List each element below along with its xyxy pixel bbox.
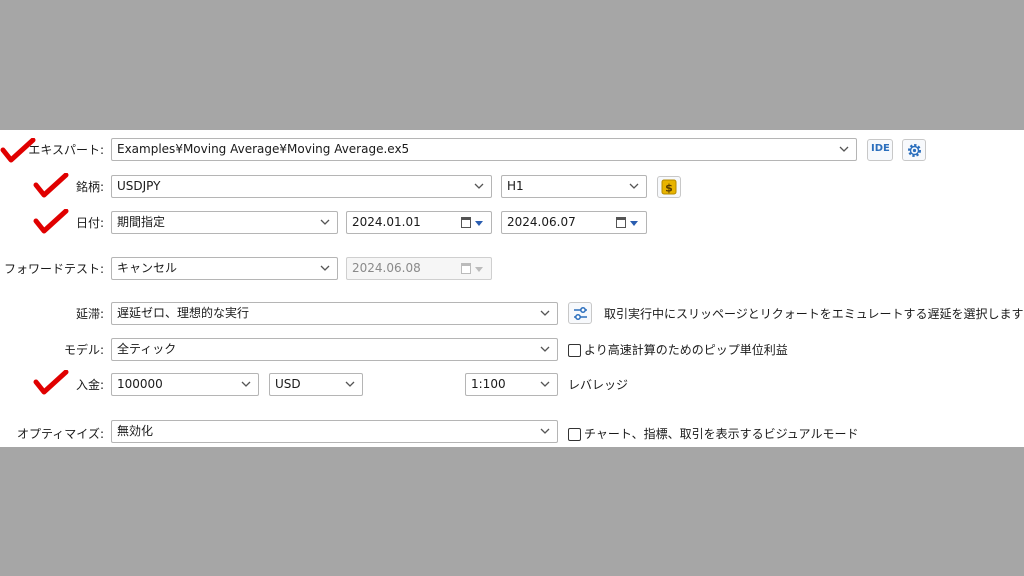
- delay-settings-button[interactable]: [568, 302, 592, 324]
- date-to-value: 2024.06.07: [507, 215, 576, 229]
- symbol-select[interactable]: USDJPY: [111, 175, 492, 198]
- delay-label: 延滞:: [75, 307, 104, 321]
- chevron-down-icon: [474, 183, 484, 189]
- date-to-picker[interactable]: 2024.06.07: [501, 211, 647, 234]
- chevron-down-icon: [540, 310, 550, 316]
- forward-test-label: フォワードテスト:: [3, 262, 104, 276]
- expert-value: Examples¥Moving Average¥Moving Average.e…: [117, 142, 410, 156]
- svg-text:$: $: [665, 182, 673, 195]
- dollar-icon: $: [661, 179, 677, 195]
- chevron-down-icon: [540, 346, 550, 352]
- timeframe-value: H1: [507, 179, 524, 193]
- pip-profit-checkbox[interactable]: [568, 344, 581, 357]
- chevron-down-icon: [629, 183, 639, 189]
- deposit-currency-value: USD: [275, 377, 301, 391]
- model-label: モデル:: [63, 343, 104, 357]
- deposit-amount-select[interactable]: 100000: [111, 373, 259, 396]
- optimization-select[interactable]: 無効化: [111, 420, 558, 443]
- forward-date-picker[interactable]: 2024.06.08: [346, 257, 492, 280]
- expert-properties-button[interactable]: [902, 139, 926, 161]
- chevron-down-icon: [475, 267, 483, 272]
- date-from-value: 2024.01.01: [352, 215, 421, 229]
- chevron-down-icon: [320, 219, 330, 225]
- gear-icon: [908, 144, 921, 157]
- delay-hint: 取引実行中にスリッページとリクォートをエミュレートする遅延を選択します: [604, 307, 1024, 321]
- deposit-currency-select[interactable]: USD: [269, 373, 363, 396]
- date-mode-value: 期間指定: [117, 215, 166, 229]
- ide-button[interactable]: IDE: [867, 139, 893, 161]
- chevron-down-icon: [475, 221, 483, 226]
- chevron-down-icon: [540, 381, 550, 387]
- date-label: 日付:: [75, 216, 104, 230]
- sliders-icon: [574, 307, 587, 320]
- calendar-icon: [616, 217, 626, 228]
- leverage-label: レバレッジ: [568, 378, 629, 392]
- symbol-value: USDJPY: [117, 179, 161, 193]
- timeframe-select[interactable]: H1: [501, 175, 647, 198]
- calendar-icon: [461, 263, 471, 274]
- chevron-down-icon: [839, 146, 849, 152]
- chevron-down-icon: [320, 265, 330, 271]
- delay-value: 遅延ゼロ、理想的な実行: [117, 306, 250, 320]
- chevron-down-icon: [241, 381, 251, 387]
- check-mark-icon: [33, 209, 69, 234]
- ide-label: IDE: [871, 143, 890, 154]
- chevron-down-icon: [630, 221, 638, 226]
- delay-select[interactable]: 遅延ゼロ、理想的な実行: [111, 302, 558, 325]
- deposit-label: 入金:: [75, 378, 104, 392]
- optimization-value: 無効化: [117, 424, 154, 438]
- symbol-label: 銘柄:: [75, 180, 104, 194]
- forward-test-select[interactable]: キャンセル: [111, 257, 338, 280]
- visual-mode-checkbox[interactable]: [568, 428, 581, 441]
- model-value: 全ティック: [117, 342, 177, 356]
- pip-profit-label: より高速計算のためのピップ単位利益: [584, 343, 788, 357]
- tester-settings-panel: エキスパート: Examples¥Moving Average¥Moving A…: [0, 130, 1024, 447]
- visual-mode-label: チャート、指標、取引を表示するビジュアルモード: [584, 427, 859, 441]
- optimization-label: オプティマイズ:: [17, 427, 104, 441]
- leverage-value: 1:100: [471, 377, 506, 391]
- chevron-down-icon: [345, 381, 355, 387]
- expert-label: エキスパート:: [28, 143, 104, 157]
- deposit-amount-value: 100000: [117, 377, 163, 391]
- expert-select[interactable]: Examples¥Moving Average¥Moving Average.e…: [111, 138, 857, 161]
- forward-test-value: キャンセル: [117, 261, 178, 275]
- symbol-specification-button[interactable]: $: [657, 176, 681, 198]
- chevron-down-icon: [540, 428, 550, 434]
- date-mode-select[interactable]: 期間指定: [111, 211, 338, 234]
- forward-date-value: 2024.06.08: [352, 261, 421, 275]
- leverage-select[interactable]: 1:100: [465, 373, 558, 396]
- date-from-picker[interactable]: 2024.01.01: [346, 211, 492, 234]
- check-mark-icon: [33, 173, 69, 198]
- check-mark-icon: [33, 370, 69, 395]
- model-select[interactable]: 全ティック: [111, 338, 558, 361]
- calendar-icon: [461, 217, 471, 228]
